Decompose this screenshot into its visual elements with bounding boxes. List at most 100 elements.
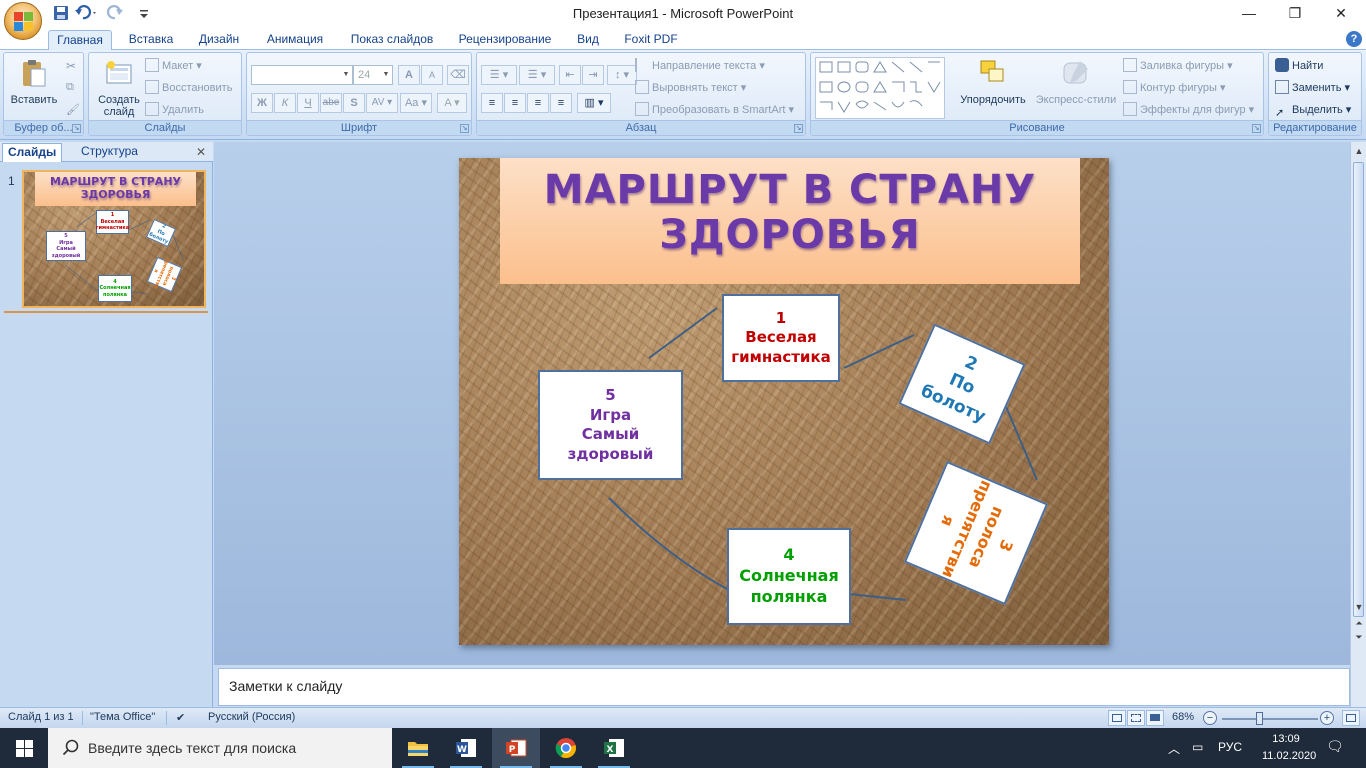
- shape-effects-button[interactable]: Эффекты для фигур ▾: [1123, 101, 1254, 119]
- notifications-icon[interactable]: 🗨: [1326, 738, 1344, 755]
- quick-styles-button[interactable]: Экспресс-стили: [1033, 57, 1119, 106]
- route-card-5[interactable]: 5 Игра Самый здоровый: [538, 370, 683, 480]
- slide-sorter-button[interactable]: [1127, 710, 1145, 726]
- smartart-button[interactable]: Преобразовать в SmartArt ▾: [635, 101, 794, 119]
- taskbar-word[interactable]: W: [442, 728, 490, 768]
- delete-slide-button[interactable]: Удалить: [145, 101, 204, 119]
- minimize-button[interactable]: —: [1226, 0, 1272, 28]
- route-card-4[interactable]: 4 Солнечная полянка: [727, 528, 851, 625]
- shape-fill-button[interactable]: Заливка фигуры ▾: [1123, 57, 1233, 75]
- layout-button[interactable]: Макет ▾: [145, 57, 202, 75]
- copy-icon[interactable]: ⧉: [66, 81, 74, 94]
- tab-review[interactable]: Рецензирование: [452, 30, 558, 50]
- taskbar-chrome[interactable]: [542, 728, 590, 768]
- restore-button[interactable]: ❐: [1272, 0, 1318, 28]
- fit-to-window-button[interactable]: [1342, 710, 1360, 726]
- tab-outline-pane[interactable]: Структура: [76, 143, 143, 162]
- input-language[interactable]: РУС: [1218, 740, 1242, 754]
- route-card-1[interactable]: 1 Веселая гимнастика: [722, 294, 840, 382]
- reset-button[interactable]: Восстановить: [145, 79, 232, 97]
- tray-chevron-icon[interactable]: ︿: [1168, 740, 1180, 757]
- font-size-select[interactable]: 24 ▼: [353, 65, 393, 85]
- zoom-out-icon[interactable]: −: [1203, 711, 1217, 725]
- close-button[interactable]: ✕: [1318, 0, 1364, 28]
- bold-button[interactable]: Ж: [251, 93, 273, 113]
- font-color-button[interactable]: A ▾: [437, 93, 467, 113]
- font-family-select[interactable]: ▼: [251, 65, 353, 85]
- tab-design[interactable]: Дизайн: [192, 30, 246, 50]
- tab-home[interactable]: Главная: [48, 30, 112, 50]
- paste-button[interactable]: Вставить: [8, 57, 60, 106]
- vertical-scrollbar[interactable]: ▲ ▼ ⏶ ⏷: [1350, 142, 1366, 707]
- office-button[interactable]: [4, 2, 42, 40]
- justify-button[interactable]: ≡: [550, 93, 572, 113]
- shapes-gallery[interactable]: [815, 57, 945, 119]
- zoom-level[interactable]: 68%: [1172, 711, 1194, 723]
- scroll-down-icon[interactable]: ▼: [1353, 602, 1365, 612]
- align-text-button[interactable]: Выровнять текст ▾: [635, 79, 746, 97]
- increase-indent-button[interactable]: ⇥: [582, 65, 604, 85]
- change-case-button[interactable]: Aa ▾: [400, 93, 432, 113]
- taskbar-powerpoint[interactable]: P: [492, 728, 540, 768]
- clear-format-button[interactable]: ⌫: [447, 65, 469, 85]
- main-slide-canvas[interactable]: МАРШРУТ В СТРАНУ ЗДОРОВЬЯ 1 Веселая гимн…: [459, 158, 1109, 645]
- taskbar-excel[interactable]: X: [590, 728, 638, 768]
- slideshow-button[interactable]: [1146, 710, 1164, 726]
- tab-animation[interactable]: Анимация: [258, 30, 332, 50]
- align-left-button[interactable]: ≡: [481, 93, 503, 113]
- tab-slideshow[interactable]: Показ слайдов: [344, 30, 440, 50]
- reset-label: Восстановить: [162, 82, 233, 94]
- select-button[interactable]: ➚ Выделить ▾: [1275, 101, 1351, 119]
- arrange-button[interactable]: Упорядочить: [953, 57, 1033, 106]
- strikethrough-button[interactable]: abe: [320, 93, 342, 113]
- slide-thumbnail[interactable]: МАРШРУТ В СТРАНУ ЗДОРОВЬЯ 1 Веселая гимнас…: [22, 170, 206, 308]
- taskbar-clock[interactable]: 13:09 11.02.2020: [1262, 731, 1316, 765]
- zoom-slider-thumb[interactable]: [1256, 712, 1264, 725]
- numbering-button[interactable]: ☰ ▾: [519, 65, 555, 85]
- cut-icon[interactable]: ✂: [66, 59, 76, 73]
- close-pane-icon[interactable]: ✕: [196, 145, 206, 159]
- zoom-in-icon[interactable]: +: [1320, 711, 1334, 725]
- normal-view-button[interactable]: [1108, 710, 1126, 726]
- tab-slides-pane[interactable]: Слайды: [2, 143, 63, 162]
- italic-button[interactable]: К: [274, 93, 296, 113]
- help-icon[interactable]: ?: [1346, 31, 1362, 47]
- shadow-button[interactable]: S: [343, 93, 365, 113]
- tab-insert[interactable]: Вставка: [122, 30, 180, 50]
- taskbar-file-explorer[interactable]: [394, 728, 442, 768]
- align-center-button[interactable]: ≡: [504, 93, 526, 113]
- scroll-up-icon[interactable]: ▲: [1353, 146, 1365, 156]
- shrink-font-button[interactable]: A: [421, 65, 443, 85]
- network-icon[interactable]: ▭: [1192, 740, 1203, 754]
- notes-pane[interactable]: Заметки к слайду: [218, 668, 1350, 706]
- find-button[interactable]: Найти: [1275, 57, 1323, 75]
- zoom-slider[interactable]: [1222, 718, 1318, 720]
- text-direction-button[interactable]: Направление текста ▾: [635, 57, 765, 75]
- format-painter-icon[interactable]: 🖌: [66, 103, 80, 116]
- new-slide-button[interactable]: Создать слайд: [93, 57, 145, 118]
- align-right-button[interactable]: ≡: [527, 93, 549, 113]
- char-spacing-button[interactable]: AV ▾: [366, 93, 398, 113]
- underline-button[interactable]: Ч: [297, 93, 319, 113]
- decrease-indent-button[interactable]: ⇤: [559, 65, 581, 85]
- clipboard-launcher-icon[interactable]: ↘: [72, 124, 81, 133]
- previous-slide-icon[interactable]: ⏶: [1353, 618, 1365, 629]
- spellcheck-icon[interactable]: ✔: [176, 711, 185, 724]
- shape-outline-button[interactable]: Контур фигуры ▾: [1123, 79, 1226, 97]
- columns-button[interactable]: ▥ ▾: [577, 93, 611, 113]
- tab-view[interactable]: Вид: [570, 30, 606, 50]
- start-button[interactable]: [0, 728, 48, 768]
- slide-title-box[interactable]: МАРШРУТ В СТРАНУ ЗДОРОВЬЯ: [500, 158, 1080, 284]
- font-launcher-icon[interactable]: ↘: [460, 124, 469, 133]
- taskbar-search[interactable]: Введите здесь текст для поиска: [48, 728, 392, 768]
- bullets-button[interactable]: ☰ ▾: [481, 65, 517, 85]
- next-slide-icon[interactable]: ⏷: [1353, 632, 1365, 643]
- scroll-thumb[interactable]: [1353, 162, 1364, 617]
- grow-font-button[interactable]: A: [398, 65, 420, 85]
- line-spacing-button[interactable]: ↕ ▾: [607, 65, 637, 85]
- language-indicator[interactable]: Русский (Россия): [208, 711, 295, 723]
- replace-button[interactable]: Заменить ▾: [1275, 79, 1350, 97]
- tab-foxit-pdf[interactable]: Foxit PDF: [618, 30, 684, 50]
- paragraph-launcher-icon[interactable]: ↘: [794, 124, 803, 133]
- drawing-launcher-icon[interactable]: ↘: [1252, 124, 1261, 133]
